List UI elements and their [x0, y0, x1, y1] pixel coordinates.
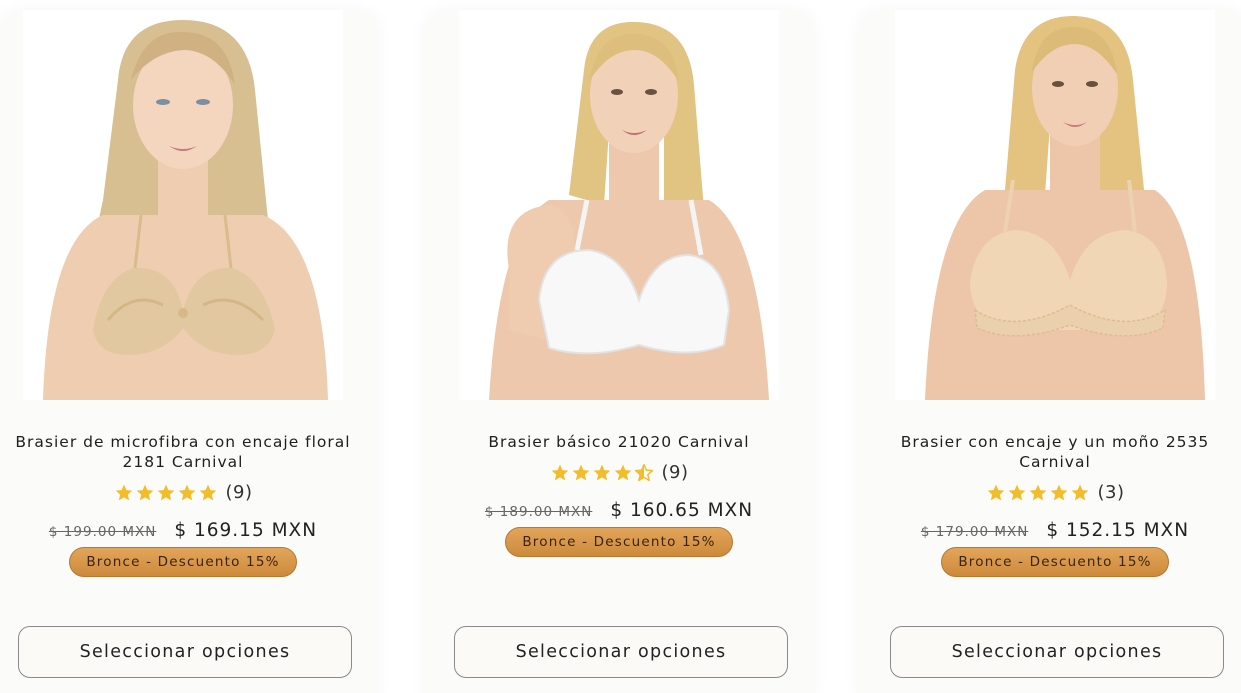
select-options-button[interactable]: Seleccionar opciones [454, 626, 788, 678]
price-block: $ 179.00 MXN $ 152.15 MXN [875, 520, 1235, 541]
product-title[interactable]: Brasier de microfibra con encaje floral … [3, 432, 363, 472]
star-full-icon [1050, 484, 1067, 500]
star-full-icon [593, 464, 610, 480]
product-image[interactable] [23, 10, 343, 400]
product-title-line-2[interactable]: 2181 Carnival [3, 452, 363, 472]
review-count: (9) [661, 462, 689, 483]
product-photo-1 [23, 10, 343, 400]
product-title-line-2[interactable]: Carnival [875, 452, 1235, 472]
badge-wrap: Bronce - Descuento 15% [439, 527, 799, 557]
product-grid: Brasier de microfibra con encaje floral … [0, 0, 1241, 693]
badge-wrap: Bronce - Descuento 15% [3, 547, 363, 577]
star-full-icon [614, 464, 631, 480]
product-rating: (3) [875, 482, 1235, 503]
star-full-icon [551, 464, 568, 480]
star-full-icon [987, 484, 1004, 500]
sale-price: $ 160.65 MXN [610, 500, 754, 521]
product-card-3: Brasier con encaje y un moño 2535 Carniv… [875, 0, 1235, 693]
product-title-line-1[interactable]: Brasier de microfibra con encaje floral [3, 432, 363, 452]
price-block: $ 199.00 MXN $ 169.15 MXN [3, 520, 363, 541]
rating-stars [550, 463, 654, 483]
regular-price: $ 189.00 MXN [484, 504, 593, 520]
rating-stars [986, 483, 1090, 503]
star-full-icon [199, 484, 216, 500]
product-card-2: Brasier básico 21020 Carnival (9) $ 189.… [439, 0, 799, 693]
star-full-icon [157, 484, 174, 500]
sale-price: $ 169.15 MXN [174, 520, 318, 541]
review-count: (3) [1097, 482, 1125, 503]
price-block: $ 189.00 MXN $ 160.65 MXN [439, 500, 799, 521]
discount-badge: Bronce - Descuento 15% [505, 527, 733, 557]
discount-badge: Bronce - Descuento 15% [941, 547, 1169, 577]
star-full-icon [1008, 484, 1025, 500]
product-title[interactable]: Brasier básico 21020 Carnival [439, 432, 799, 452]
product-photo-3 [895, 10, 1215, 400]
review-count: (9) [225, 482, 253, 503]
product-image[interactable] [459, 10, 779, 400]
product-rating: (9) [439, 462, 799, 483]
product-rating: (9) [3, 482, 363, 503]
star-full-icon [136, 484, 153, 500]
select-options-button[interactable]: Seleccionar opciones [18, 626, 352, 678]
regular-price: $ 179.00 MXN [920, 524, 1029, 540]
product-photo-2 [459, 10, 779, 400]
star-half-icon [634, 463, 653, 481]
rating-stars [114, 483, 218, 503]
star-full-icon [178, 484, 195, 500]
sale-price: $ 152.15 MXN [1046, 520, 1190, 541]
star-full-icon [115, 484, 132, 500]
discount-badge: Bronce - Descuento 15% [69, 547, 297, 577]
star-full-icon [1071, 484, 1088, 500]
badge-wrap: Bronce - Descuento 15% [875, 547, 1235, 577]
select-options-button[interactable]: Seleccionar opciones [890, 626, 1224, 678]
regular-price: $ 199.00 MXN [48, 524, 157, 540]
product-image[interactable] [895, 10, 1215, 400]
product-title-line-1[interactable]: Brasier básico 21020 Carnival [439, 432, 799, 452]
product-title-line-1[interactable]: Brasier con encaje y un moño 2535 [875, 432, 1235, 452]
star-full-icon [1029, 484, 1046, 500]
star-full-icon [572, 464, 589, 480]
product-title[interactable]: Brasier con encaje y un moño 2535 Carniv… [875, 432, 1235, 472]
product-card-1: Brasier de microfibra con encaje floral … [3, 0, 363, 693]
